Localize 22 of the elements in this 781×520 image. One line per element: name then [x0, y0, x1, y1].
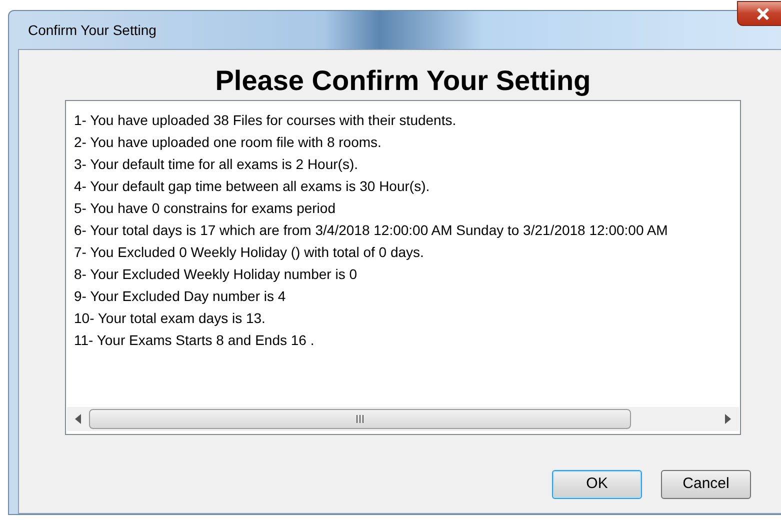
horizontal-scrollbar[interactable] [67, 407, 739, 431]
cancel-button[interactable]: Cancel [661, 470, 751, 499]
grip-icon [356, 415, 364, 423]
summary-line: 4- Your default gap time between all exams is 30 Hour(s). [74, 177, 430, 196]
dialog-heading: Please Confirm Your Setting [215, 64, 591, 98]
summary-line: 11- Your Exams Starts 8 and Ends 16 . [74, 331, 314, 350]
summary-line: 9- Your Excluded Day number is 4 [74, 287, 286, 306]
summary-line: 3- Your default time for all exams is 2 Hour(s). [74, 155, 358, 174]
summary-line: 7- You Excluded 0 Weekly Holiday () with total of 0 days. [74, 243, 424, 262]
window-title: Confirm Your Setting [28, 20, 156, 40]
summary-line: 8- Your Excluded Weekly Holiday number is 0 [74, 265, 358, 284]
summary-line: 1- You have uploaded 38 Files for courses with their students. [74, 111, 456, 130]
summary-line: 6- Your total days is 17 which are from 3/4/2018 12:00:00 AM Sunday to 3/21/2018 12:00:00 AM [74, 221, 668, 240]
close-icon [756, 8, 770, 20]
scroll-thumb[interactable] [89, 409, 631, 429]
ok-button[interactable]: OK [552, 470, 642, 499]
summary-line: 2- You have uploaded one room file with 8 rooms. [74, 133, 382, 152]
close-button[interactable] [737, 1, 781, 26]
scroll-right-icon[interactable] [725, 414, 731, 424]
summary-line: 5- You have 0 constrains for exams period [74, 199, 336, 218]
summary-line: 10- Your total exam days is 13. [74, 309, 266, 328]
scroll-left-icon[interactable] [75, 414, 81, 424]
